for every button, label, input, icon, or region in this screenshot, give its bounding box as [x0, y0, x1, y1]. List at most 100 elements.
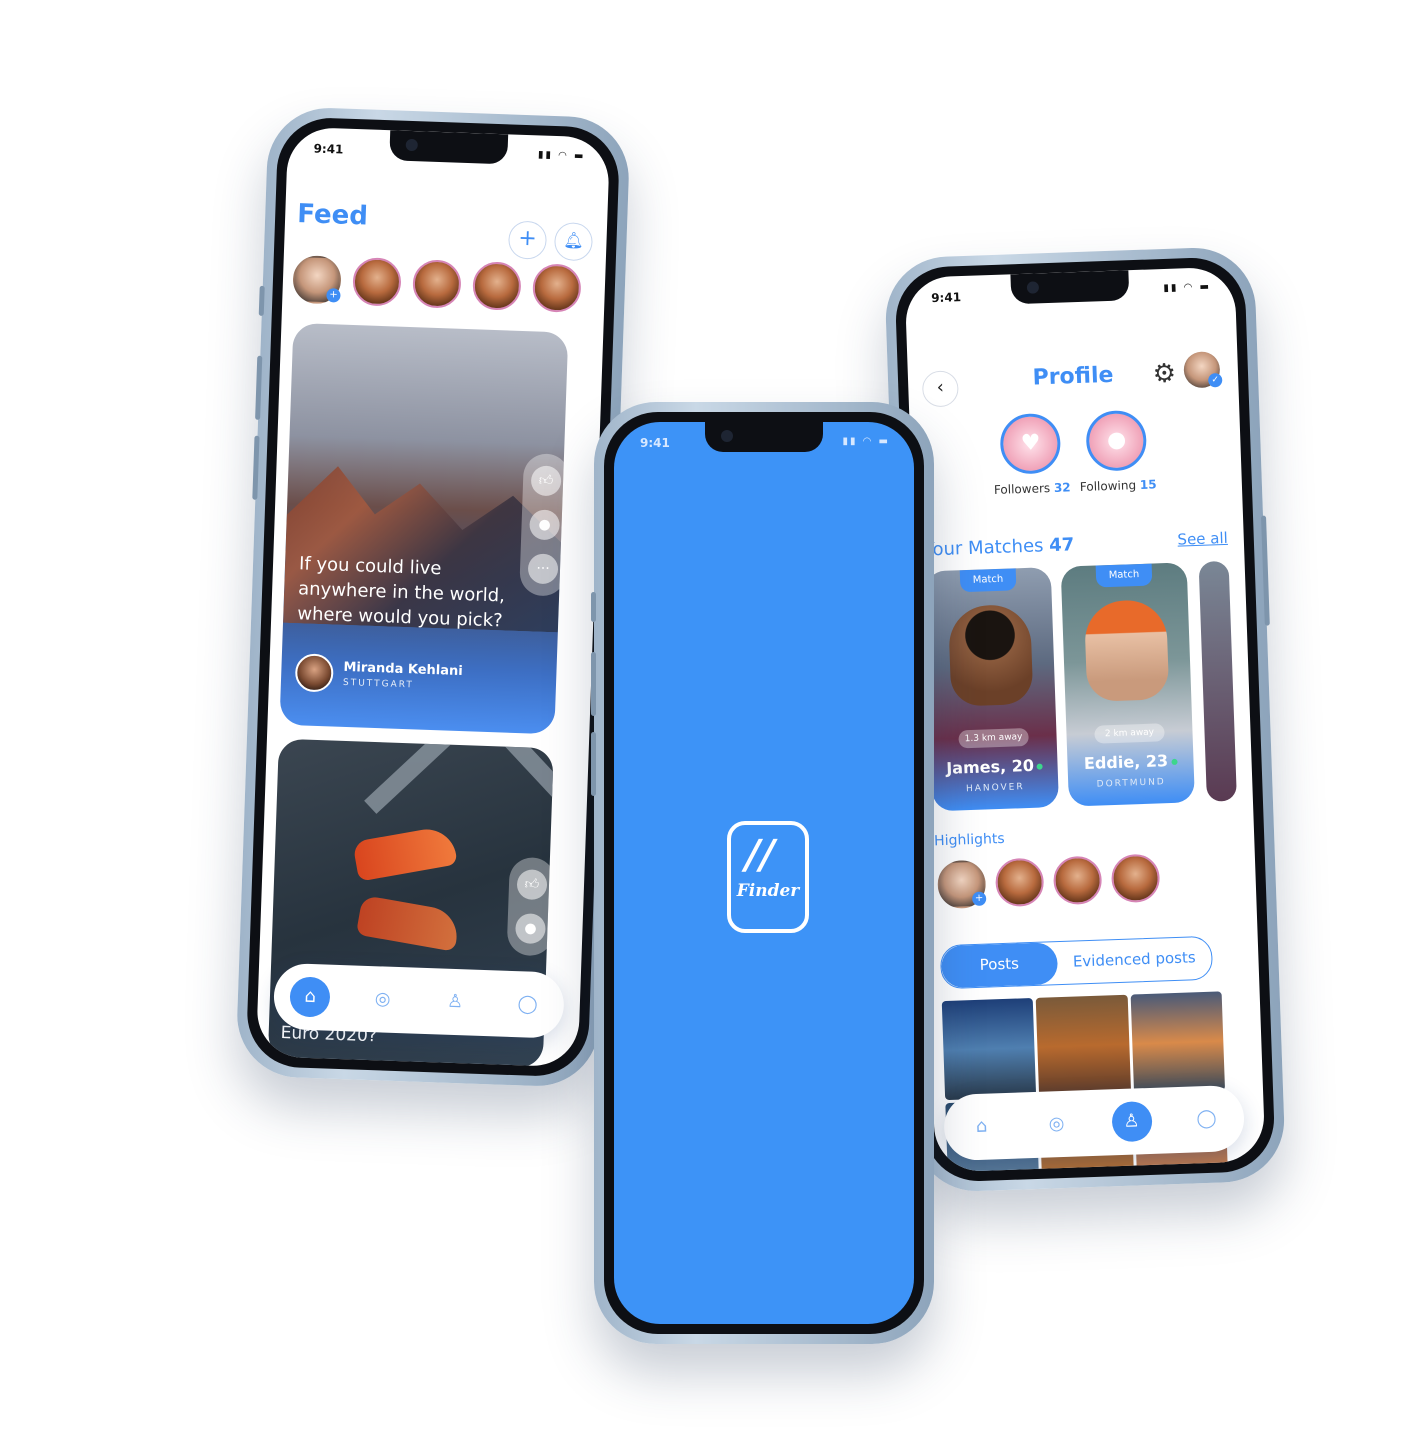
home-icon: ⌂ — [304, 985, 317, 1008]
splash-screen: 9:41 ▮▮ ◠ ▬ // Finder — [614, 422, 914, 1324]
notifications-button[interactable]: 🔔︎ — [553, 222, 594, 262]
tab-people[interactable]: ♙ — [434, 981, 475, 1022]
tab-explore[interactable]: ◎ — [1036, 1104, 1077, 1145]
reaction-rail: 👍︎ ● ··· — [519, 453, 569, 597]
story-avatar[interactable] — [472, 261, 522, 311]
status-icons: ▮▮ ◠ ▬ — [842, 436, 890, 447]
comment-button[interactable]: ● — [514, 913, 547, 945]
people-icon: ♙ — [446, 990, 464, 1013]
page-title: Feed — [296, 199, 369, 232]
author-name: Miranda Kehlani — [343, 659, 463, 680]
feed-post[interactable]: If you could live anywhere in the world,… — [279, 322, 569, 735]
posts-segmented-control: Posts Evidenced posts — [939, 935, 1214, 990]
story-avatar[interactable] — [412, 259, 462, 309]
comment-button[interactable]: ● — [529, 509, 561, 541]
comment-icon: ● — [538, 516, 551, 534]
following-stat[interactable]: ● Following 15 — [1077, 409, 1157, 494]
post-thumbnail[interactable] — [1130, 991, 1226, 1094]
like-button[interactable]: 👍︎ — [530, 465, 562, 497]
tab-chat[interactable]: ◯ — [1186, 1098, 1227, 1139]
plus-icon: + — [517, 225, 538, 252]
compass-icon: ◎ — [1048, 1112, 1065, 1135]
thumbs-up-icon: 👍︎ — [524, 876, 540, 893]
match-name: James, 20 — [945, 755, 1035, 778]
tab-chat[interactable]: ◯ — [507, 984, 548, 1025]
gear-icon: ⚙ — [1152, 358, 1177, 390]
highlights-row: + — [936, 853, 1161, 910]
match-city: DORTMUND — [1096, 777, 1166, 790]
plus-icon: + — [326, 288, 341, 303]
avatar[interactable]: ✓ — [1183, 351, 1223, 389]
matches-heading: Your Matches 47 — [924, 534, 1075, 560]
match-city: HANOVER — [965, 782, 1025, 795]
tab-posts[interactable]: Posts — [940, 942, 1058, 989]
settings-button[interactable]: ⚙ — [1152, 359, 1176, 390]
followers-count: 32 — [1053, 480, 1071, 495]
add-post-button[interactable]: + — [507, 220, 548, 260]
post-image — [355, 894, 462, 952]
match-badge: Match — [959, 568, 1017, 593]
post-thumbnail[interactable] — [941, 997, 1037, 1100]
see-all-link[interactable]: See all — [1177, 529, 1228, 549]
followers-stat[interactable]: ♥ Followers 32 — [991, 412, 1071, 497]
tab-home[interactable]: ⌂ — [289, 976, 331, 1018]
status-time: 9:41 — [640, 436, 670, 450]
my-story[interactable]: + — [292, 254, 342, 305]
match-name-row: James, 20 — [931, 755, 1058, 778]
volume-down-button — [252, 435, 260, 500]
post-text: If you could live anywhere in the world,… — [296, 553, 506, 632]
bottom-tab-bar: ⌂ ◎ ♙ ◯ — [943, 1084, 1246, 1162]
logo-mark-icon: // — [740, 832, 780, 878]
match-card[interactable]: Match 1.3 km away James, 20 HANOVER — [924, 567, 1060, 812]
online-dot — [1170, 758, 1178, 765]
comment-icon: ● — [524, 920, 537, 937]
feed-phone: 9:41 ▮▮ ◠ ▬ Feed + 🔔︎ + If you could liv… — [235, 105, 631, 1089]
match-distance: 1.3 km away — [958, 727, 1029, 749]
tab-people[interactable]: ♙ — [1110, 1100, 1153, 1143]
post-thumbnail[interactable] — [1036, 994, 1131, 1097]
reaction-rail: 👍︎ ● — [506, 856, 554, 957]
more-button[interactable]: ··· — [527, 553, 559, 585]
my-highlight[interactable]: + — [936, 859, 987, 910]
volume-down-button — [591, 732, 596, 796]
avatar — [294, 653, 334, 693]
volume-up-button — [591, 652, 596, 716]
author-city: STUTTGART — [342, 677, 414, 691]
more-icon: ··· — [536, 560, 550, 578]
highlight-avatar[interactable] — [994, 857, 1045, 908]
thumbs-up-icon: 👍︎ — [538, 472, 554, 490]
home-icon: ⌂ — [975, 1115, 988, 1138]
match-name: Eddie, 23 — [1083, 751, 1169, 774]
profile-screen: 9:41 ▮▮ ◠ ▬ ‹ Profile ⚙ ✓ ♥ Followers 32… — [904, 266, 1266, 1173]
tab-evidenced-posts[interactable]: Evidenced posts — [1056, 937, 1212, 984]
tab-home[interactable]: ⌂ — [961, 1106, 1002, 1147]
plus-icon: + — [971, 891, 987, 907]
profile-phone: 9:41 ▮▮ ◠ ▬ ‹ Profile ⚙ ✓ ♥ Followers 32… — [883, 245, 1287, 1194]
status-icons: ▮▮ ◠ ▬ — [537, 149, 586, 163]
match-photo — [1083, 599, 1170, 702]
post-author[interactable]: Miranda Kehlani STUTTGART — [294, 653, 464, 697]
like-button[interactable]: 👍︎ — [516, 869, 548, 901]
story-avatar[interactable] — [352, 257, 402, 307]
notch — [1010, 270, 1130, 305]
people-icon: ♙ — [1123, 1110, 1140, 1132]
stories-row: + — [292, 254, 582, 313]
verified-icon: ✓ — [1207, 373, 1223, 388]
splash-phone: 9:41 ▮▮ ◠ ▬ // Finder — [591, 402, 934, 1344]
status-time: 9:41 — [313, 141, 344, 157]
status-icons: ▮▮ ◠ ▬ — [1163, 281, 1212, 294]
story-avatar[interactable] — [532, 263, 582, 313]
following-count: 15 — [1139, 477, 1157, 492]
chat-icon: ◯ — [1196, 1107, 1217, 1130]
volume-up-button — [255, 355, 263, 420]
highlight-avatar[interactable] — [1052, 855, 1103, 906]
logo-text: Finder — [736, 881, 800, 901]
match-card[interactable]: Match 2 km away Eddie, 23 DORTMUND — [1060, 562, 1195, 807]
highlight-avatar[interactable] — [1110, 853, 1161, 904]
match-badge: Match — [1095, 563, 1153, 588]
followers-label: Followers — [993, 481, 1051, 498]
match-card[interactable] — [1198, 560, 1237, 802]
tab-explore[interactable]: ◎ — [362, 979, 403, 1020]
following-label: Following — [1079, 478, 1137, 495]
notch — [389, 130, 509, 165]
